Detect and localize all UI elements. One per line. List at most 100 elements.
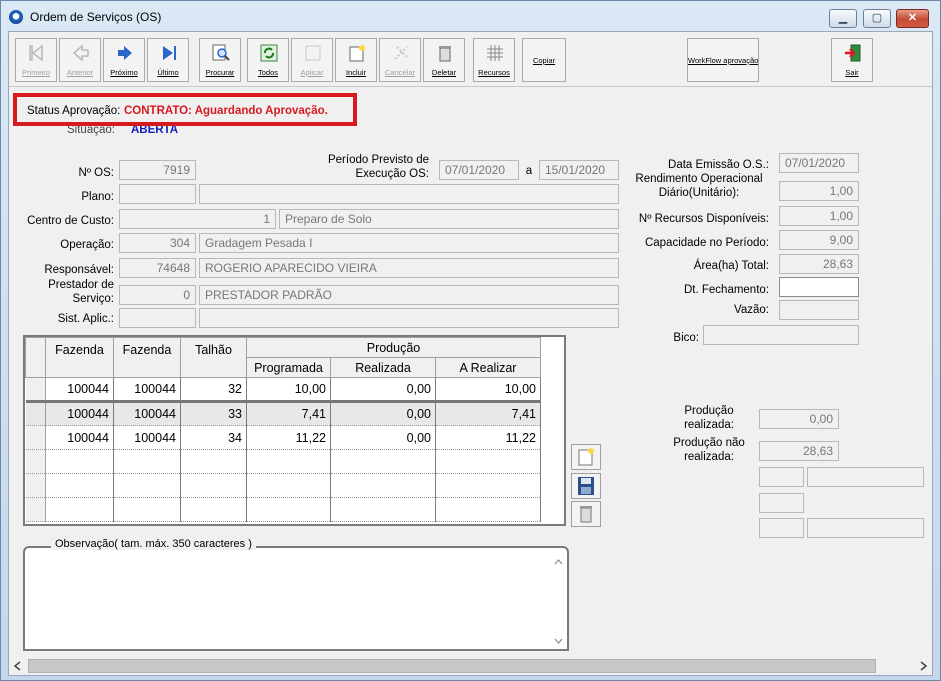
cell-fazenda-2[interactable]: 100044 xyxy=(113,425,181,450)
observation-box[interactable]: Observação( tam. máx. 350 caracteres ) xyxy=(23,538,569,651)
next-button[interactable]: Próximo xyxy=(103,38,145,82)
table-row-empty[interactable] xyxy=(25,497,541,522)
cell-talhao[interactable]: 34 xyxy=(180,425,247,450)
cell-fazenda-1[interactable]: 100044 xyxy=(45,401,114,426)
scroll-left-icon[interactable] xyxy=(13,661,23,671)
capacidade-field[interactable]: 9,00 xyxy=(779,230,859,250)
previous-button[interactable]: Anterior xyxy=(59,38,101,82)
cell-talhao[interactable]: 33 xyxy=(180,401,247,426)
table-row[interactable]: 100044 100044 33 7,41 0,00 7,41 xyxy=(25,401,541,426)
col-talhao[interactable]: Talhão xyxy=(180,337,247,378)
vazao-field[interactable] xyxy=(779,300,859,320)
first-button[interactable]: Primeiro xyxy=(15,38,57,82)
cell-fazenda-2[interactable]: 100044 xyxy=(113,377,181,403)
col-a-realizar[interactable]: A Realizar xyxy=(435,357,541,378)
grid-delete-button[interactable] xyxy=(571,501,601,527)
resources-button[interactable]: Recursos xyxy=(473,38,515,82)
prestador-code-field[interactable]: 0 xyxy=(119,285,196,305)
cell-programada[interactable]: 10,00 xyxy=(246,377,331,403)
prestador-name-field[interactable]: PRESTADOR PADRÃO xyxy=(199,285,619,305)
horizontal-scrollbar[interactable] xyxy=(9,657,932,675)
empty-cell[interactable] xyxy=(45,449,114,474)
col-realizada[interactable]: Realizada xyxy=(330,357,436,378)
empty-cell[interactable] xyxy=(330,497,436,522)
cell-a-realizar[interactable]: 11,22 xyxy=(435,425,541,450)
search-button[interactable]: Procurar xyxy=(199,38,241,82)
empty-cell[interactable] xyxy=(113,497,181,522)
centro-code-field[interactable]: 1 xyxy=(119,209,276,229)
periodo-end-field[interactable]: 15/01/2020 xyxy=(539,160,619,180)
table-row[interactable]: 100044 100044 34 11,22 0,00 11,22 xyxy=(25,425,541,450)
extra-field-5[interactable] xyxy=(807,518,924,538)
empty-cell[interactable] xyxy=(435,497,541,522)
empty-cell[interactable] xyxy=(45,473,114,498)
plano-code-field[interactable] xyxy=(119,184,196,204)
apply-button[interactable]: Aplicar xyxy=(291,38,333,82)
minimize-button[interactable]: ▁ xyxy=(829,9,857,28)
exit-button[interactable]: Sair xyxy=(831,38,873,82)
observation-scrollbar[interactable] xyxy=(550,554,567,649)
emissao-field[interactable]: 07/01/2020 xyxy=(779,153,859,173)
cell-fazenda-1[interactable]: 100044 xyxy=(45,425,114,450)
scroll-right-icon[interactable] xyxy=(918,661,928,671)
empty-cell[interactable] xyxy=(435,473,541,498)
delete-button[interactable]: Deletar xyxy=(423,38,465,82)
empty-cell[interactable] xyxy=(45,497,114,522)
extra-field-2[interactable] xyxy=(807,467,924,487)
fechamento-field[interactable] xyxy=(779,277,859,297)
table-row[interactable]: 100044 100044 32 10,00 0,00 10,00 xyxy=(25,377,541,403)
last-button[interactable]: Último xyxy=(147,38,189,82)
empty-cell[interactable] xyxy=(330,449,436,474)
responsavel-code-field[interactable]: 74648 xyxy=(119,258,196,278)
empty-cell[interactable] xyxy=(180,473,247,498)
sist-aplic-name-field[interactable] xyxy=(199,308,619,328)
include-button[interactable]: Incluir xyxy=(335,38,377,82)
col-programada[interactable]: Programada xyxy=(246,357,331,378)
empty-cell[interactable] xyxy=(180,449,247,474)
col-fazenda-1[interactable]: Fazenda xyxy=(45,337,114,378)
workflow-approval-button[interactable]: WorkFlow aprovação xyxy=(687,38,759,82)
col-fazenda-2[interactable]: Fazenda xyxy=(113,337,181,378)
scrollbar-thumb[interactable] xyxy=(28,659,876,673)
area-field[interactable]: 28,63 xyxy=(779,254,859,274)
maximize-button[interactable]: ▢ xyxy=(863,9,891,28)
cell-fazenda-1[interactable]: 100044 xyxy=(45,377,114,403)
empty-cell[interactable] xyxy=(180,497,247,522)
empty-cell[interactable] xyxy=(246,473,331,498)
producao-realizada-field[interactable]: 0,00 xyxy=(759,409,839,429)
cell-talhao[interactable]: 32 xyxy=(180,377,247,403)
recursos-field[interactable]: 1,00 xyxy=(779,206,859,226)
periodo-start-field[interactable]: 07/01/2020 xyxy=(439,160,519,180)
cell-realizada[interactable]: 0,00 xyxy=(330,401,436,426)
os-field[interactable]: 7919 xyxy=(119,160,196,180)
all-button[interactable]: Todos xyxy=(247,38,289,82)
title-bar[interactable]: Ordem de Serviços (OS) ▁ ▢ ✕ xyxy=(1,1,940,31)
extra-field-4[interactable] xyxy=(759,518,804,538)
cell-fazenda-2[interactable]: 100044 xyxy=(113,401,181,426)
empty-cell[interactable] xyxy=(246,497,331,522)
rendimento-field[interactable]: 1,00 xyxy=(779,181,859,201)
cell-realizada[interactable]: 0,00 xyxy=(330,377,436,403)
bico-field[interactable] xyxy=(703,325,859,345)
grid-add-row-button[interactable] xyxy=(571,444,601,470)
cell-programada[interactable]: 7,41 xyxy=(246,401,331,426)
cell-a-realizar[interactable]: 10,00 xyxy=(435,377,541,403)
empty-cell[interactable] xyxy=(435,449,541,474)
cell-programada[interactable]: 11,22 xyxy=(246,425,331,450)
centro-name-field[interactable]: Preparo de Solo xyxy=(279,209,619,229)
copy-button[interactable]: Copiar xyxy=(522,38,566,82)
extra-field-1[interactable] xyxy=(759,467,804,487)
responsavel-name-field[interactable]: ROGERIO APARECIDO VIEIRA xyxy=(199,258,619,278)
operacao-name-field[interactable]: Gradagem Pesada I xyxy=(199,233,619,253)
operacao-code-field[interactable]: 304 xyxy=(119,233,196,253)
table-row-empty[interactable] xyxy=(25,473,541,498)
grid-save-button[interactable] xyxy=(571,473,601,499)
cancel-button[interactable]: Cancelar xyxy=(379,38,421,82)
sist-aplic-code-field[interactable] xyxy=(119,308,196,328)
close-button[interactable]: ✕ xyxy=(896,9,929,28)
empty-cell[interactable] xyxy=(113,449,181,474)
empty-cell[interactable] xyxy=(330,473,436,498)
table-row-empty[interactable] xyxy=(25,449,541,474)
empty-cell[interactable] xyxy=(246,449,331,474)
cell-a-realizar[interactable]: 7,41 xyxy=(435,401,541,426)
